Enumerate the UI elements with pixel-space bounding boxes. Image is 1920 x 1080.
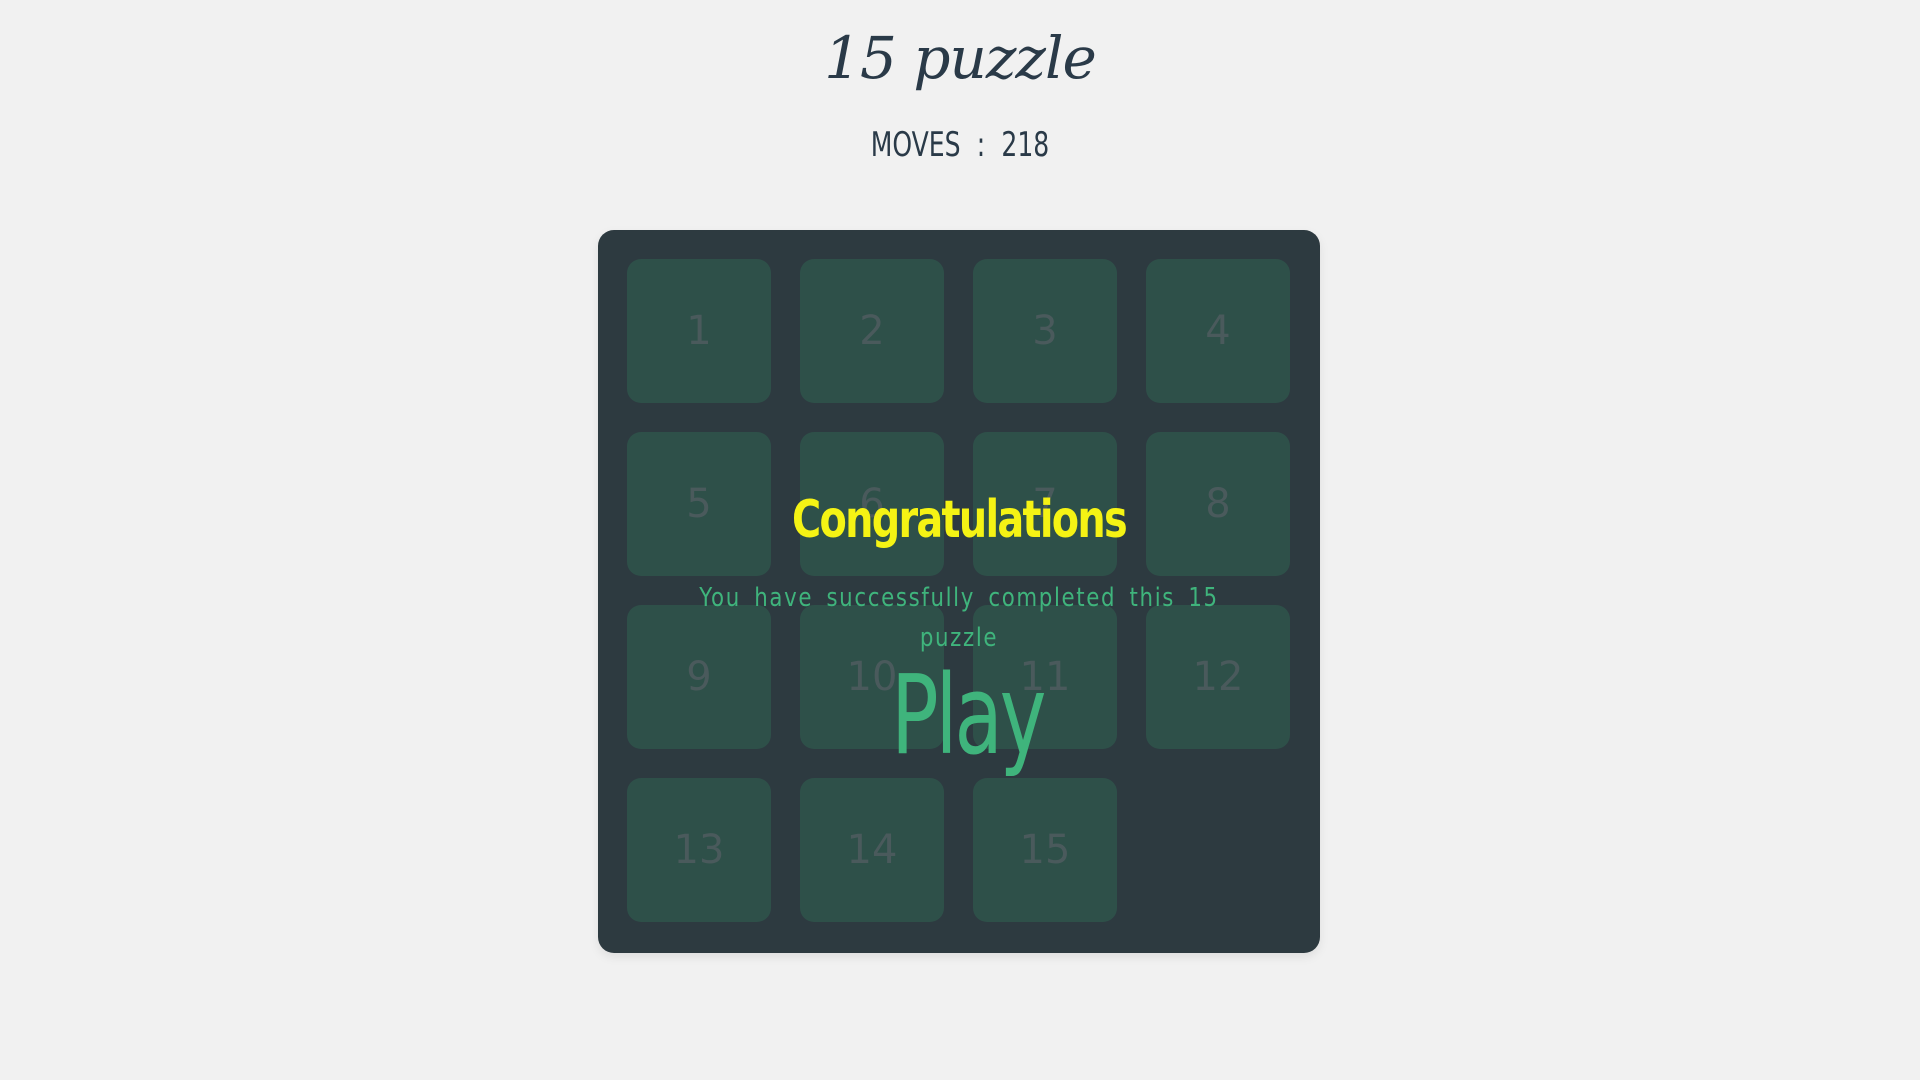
puzzle-tile[interactable]: 1 bbox=[627, 259, 771, 403]
puzzle-tile[interactable]: 3 bbox=[973, 259, 1117, 403]
puzzle-tile[interactable]: 2 bbox=[800, 259, 944, 403]
page-title: 15 puzzle bbox=[824, 24, 1097, 92]
moves-label: MOVES bbox=[870, 125, 961, 165]
puzzle-tile[interactable]: 7 bbox=[973, 432, 1117, 576]
puzzle-tile[interactable]: 15 bbox=[973, 778, 1117, 922]
play-button[interactable]: Play bbox=[891, 650, 1046, 780]
puzzle-tile[interactable]: 13 bbox=[627, 778, 771, 922]
moves-counter: MOVES : 218 bbox=[173, 120, 1747, 170]
puzzle-tile[interactable]: 6 bbox=[800, 432, 944, 576]
puzzle-tile[interactable]: 8 bbox=[1146, 432, 1290, 576]
puzzle-tile[interactable]: 14 bbox=[800, 778, 944, 922]
puzzle-board: 1 2 3 4 5 6 7 8 9 10 11 12 13 14 15 Cong… bbox=[598, 230, 1320, 953]
puzzle-tile[interactable]: 9 bbox=[627, 605, 771, 749]
puzzle-tile[interactable]: 5 bbox=[627, 432, 771, 576]
puzzle-tile[interactable]: 4 bbox=[1146, 259, 1290, 403]
moves-value: 218 bbox=[1001, 125, 1050, 165]
puzzle-tile[interactable]: 12 bbox=[1146, 605, 1290, 749]
moves-separator: : bbox=[976, 125, 986, 165]
